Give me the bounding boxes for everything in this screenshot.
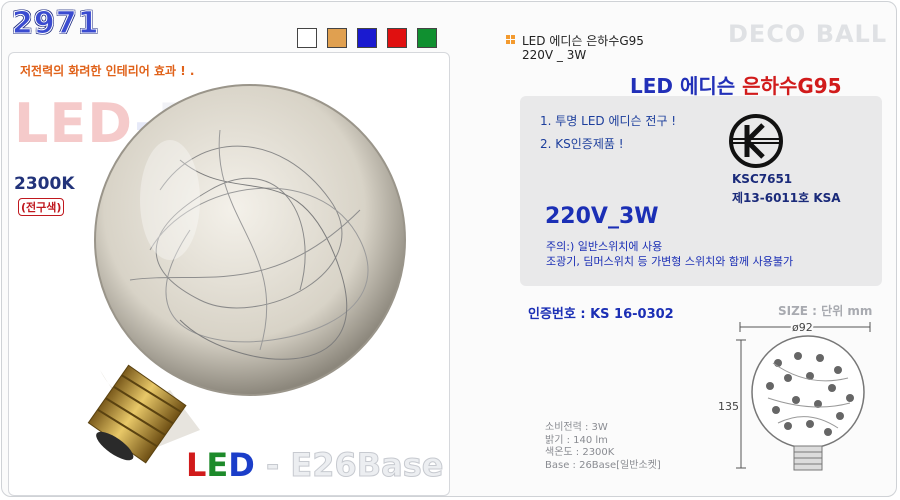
dim-height-label: 135 [718,400,739,413]
bullet-icon [506,35,516,45]
feature-item: 1. 투명 LED 에디슨 전구 ! [540,114,677,128]
product-title-part1: LED 에디슨 [630,74,743,98]
swatch-red[interactable] [387,28,407,48]
base-label-l: L [186,446,207,484]
feature-item: 2. KS인증제품 ! [540,137,624,151]
spec-color-temp: 색온도 : 2300K [545,447,615,458]
swatch-blue[interactable] [357,28,377,48]
product-code: 2971 [12,6,100,42]
ks-standard: KSC7651 [732,172,793,186]
warm-white-badge: (전구색) [18,198,65,216]
spec-brightness: 밝기 : 140 lm [545,434,608,446]
base-label: LED - E26Base [186,446,444,485]
product-title: LED 에디슨 은하수G95 [630,70,842,99]
spec-list: 소비전력 : 3W 밝기 : 140 lm 색온도 : 2300K Base :… [545,422,661,472]
ks-license: 제13-6011호 KSA [732,191,841,205]
dimension-drawing: ø92 135 [718,319,871,471]
swatch-white[interactable] [297,28,317,48]
brand-watermark: DECO BALL [728,20,888,48]
caution-note: 조광기, 딤머스위치 등 가변형 스위치와 함께 사용불가 [546,255,794,268]
base-label-e: E [206,446,229,484]
base-label-rest: - E26Base [254,446,444,485]
product-title-part2: 은하수G95 [742,74,842,98]
swatch-green[interactable] [417,28,437,48]
dim-width-label: ø92 [792,321,813,334]
bulb-photo [87,84,406,464]
color-temperature: 2300K [14,174,75,194]
color-swatches [297,28,437,48]
voltage-wattage: 220V_3W [545,204,659,229]
spec-power: 소비전력 : 3W [545,422,608,433]
certification-number: 인증번호 : KS 16-0302 [528,307,674,322]
base-label-d: D [228,446,255,484]
caution-note: 주의:) 일반스위치에 사용 [546,240,663,253]
header-spec: 220V _ 3W [522,48,587,62]
swatch-amber[interactable] [327,28,347,48]
header-product-name: LED 에디슨 은하수G95 [522,34,644,48]
spec-base: Base : 26Base[일반소켓] [545,459,661,471]
ks-mark-icon [729,114,783,168]
size-unit-label: SIZE : 단위 mm [778,304,873,318]
